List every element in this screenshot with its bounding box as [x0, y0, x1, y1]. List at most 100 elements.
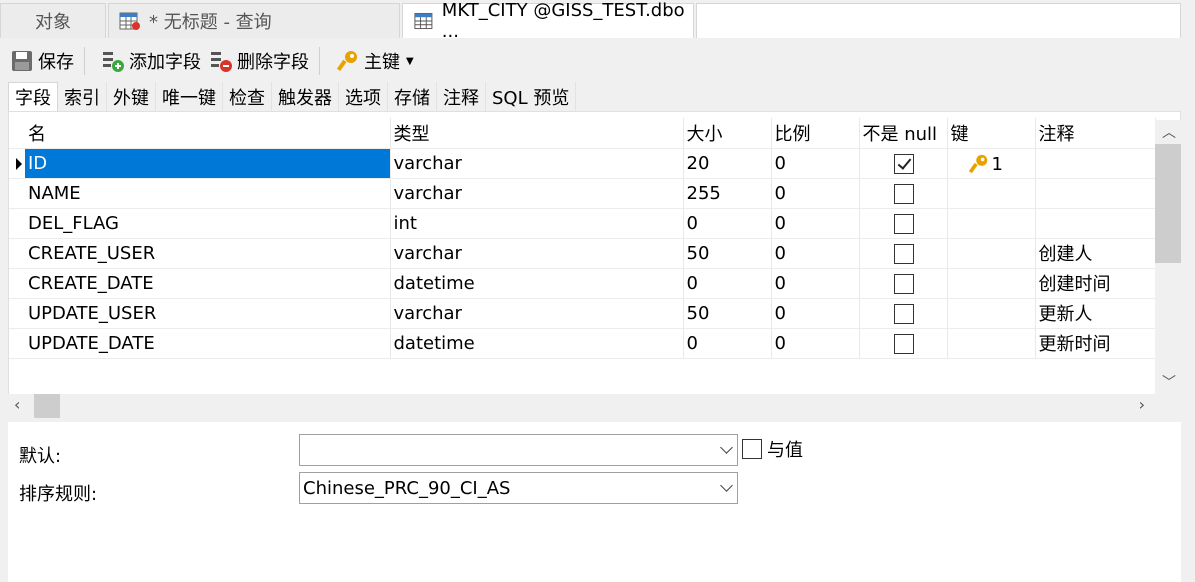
tab-checks[interactable]: 检查 [223, 82, 272, 111]
tab-unique-keys[interactable]: 唯一键 [156, 82, 223, 111]
save-button[interactable]: 保存 [6, 45, 78, 77]
tab-comment[interactable]: 注释 [437, 82, 486, 111]
tab-foreign-keys[interactable]: 外键 [107, 82, 156, 111]
field-name-cell[interactable]: UPDATE_DATE [25, 328, 391, 359]
field-comment-cell[interactable] [1035, 178, 1156, 209]
table-row[interactable]: NAME varchar 255 0 [9, 178, 1156, 209]
delete-field-button[interactable]: 删除字段 [205, 45, 313, 77]
field-name-cell[interactable]: CREATE_USER [25, 238, 391, 269]
primary-key-button[interactable]: 主键 ▼ [332, 45, 418, 77]
field-comment-cell[interactable]: 创建时间 [1035, 268, 1156, 299]
field-key-cell[interactable] [947, 298, 1036, 329]
field-not-null-cell[interactable] [859, 208, 948, 239]
add-field-button[interactable]: 添加字段 [97, 45, 205, 77]
column-header-scale[interactable]: 比例 [771, 118, 860, 149]
field-type-cell[interactable]: int [390, 208, 684, 239]
column-header-key[interactable]: 键 [947, 118, 1036, 149]
horizontal-scrollbar[interactable]: ‹ › [8, 394, 1181, 418]
field-comment-cell[interactable]: 更新时间 [1035, 328, 1156, 359]
table-row[interactable]: DEL_FLAG int 0 0 [9, 208, 1156, 239]
field-scale-cell[interactable]: 0 [771, 148, 860, 179]
tab-options[interactable]: 选项 [339, 82, 388, 111]
field-not-null-cell[interactable] [859, 328, 948, 359]
not-null-checkbox[interactable] [893, 243, 914, 264]
field-size-cell[interactable]: 50 [683, 298, 772, 329]
table-row[interactable]: UPDATE_DATE datetime 0 0 更新时间 [9, 328, 1156, 359]
tab-objects[interactable]: 对象 [0, 3, 106, 38]
field-size-cell[interactable]: 20 [683, 148, 772, 179]
tab-triggers[interactable]: 触发器 [272, 82, 339, 111]
not-null-checkbox[interactable] [893, 303, 914, 324]
field-type-cell[interactable]: datetime [390, 328, 684, 359]
collation-select[interactable]: Chinese_PRC_90_CI_AS [299, 472, 738, 504]
tab-sql-preview[interactable]: SQL 预览 [486, 82, 577, 111]
tab-indexes[interactable]: 索引 [58, 82, 107, 111]
scroll-left-icon[interactable]: ‹ [14, 395, 20, 414]
field-comment-cell[interactable] [1035, 208, 1156, 239]
tab-storage[interactable]: 存储 [388, 82, 437, 111]
horizontal-scroll-thumb[interactable] [34, 394, 60, 418]
field-comment-cell[interactable]: 更新人 [1035, 298, 1156, 329]
table-row[interactable]: UPDATE_USER varchar 50 0 更新人 [9, 298, 1156, 329]
tab-table-design[interactable]: MKT_CITY @GISS_TEST.dbo ... [402, 0, 694, 42]
field-scale-cell[interactable]: 0 [771, 208, 860, 239]
default-value-combo[interactable] [299, 434, 738, 466]
field-size-cell[interactable]: 0 [683, 208, 772, 239]
field-not-null-cell[interactable] [859, 268, 948, 299]
not-null-checkbox[interactable] [893, 273, 914, 294]
field-size-cell[interactable]: 0 [683, 268, 772, 299]
field-name-cell[interactable]: UPDATE_USER [25, 298, 391, 329]
table-row[interactable]: CREATE_USER varchar 50 0 创建人 [9, 238, 1156, 269]
field-scale-cell[interactable]: 0 [771, 298, 860, 329]
column-header-name[interactable]: 名 [25, 118, 391, 149]
chevron-down-icon[interactable] [720, 479, 733, 492]
not-null-checkbox[interactable] [893, 183, 914, 204]
column-header-comment[interactable]: 注释 [1035, 118, 1156, 149]
tab-untitled-query[interactable]: * 无标题 - 查询 [108, 3, 400, 38]
field-key-cell[interactable] [947, 208, 1036, 239]
scroll-down-icon[interactable]: ﹀ [1162, 372, 1176, 392]
field-type-cell[interactable]: datetime [390, 268, 684, 299]
field-key-cell[interactable] [947, 238, 1036, 269]
field-scale-cell[interactable]: 0 [771, 238, 860, 269]
with-value-checkbox[interactable] [742, 439, 762, 459]
vertical-scrollbar[interactable]: ︿ ﹀ [1155, 120, 1181, 394]
field-comment-cell[interactable] [1035, 148, 1156, 179]
tab-fields[interactable]: 字段 [8, 82, 58, 111]
field-not-null-cell[interactable] [859, 238, 948, 269]
field-not-null-cell[interactable] [859, 178, 948, 209]
scroll-right-icon[interactable]: › [1139, 395, 1145, 414]
chevron-down-icon[interactable] [720, 441, 733, 454]
field-key-cell[interactable] [947, 268, 1036, 299]
field-key-cell[interactable] [947, 328, 1036, 359]
column-header-not-null[interactable]: 不是 null [859, 118, 948, 149]
field-comment-cell[interactable]: 创建人 [1035, 238, 1156, 269]
not-null-checkbox[interactable] [893, 333, 914, 354]
vertical-scroll-thumb[interactable] [1155, 144, 1181, 263]
field-scale-cell[interactable]: 0 [771, 328, 860, 359]
field-size-cell[interactable]: 0 [683, 328, 772, 359]
field-type-cell[interactable]: varchar [390, 148, 684, 179]
field-type-cell[interactable]: varchar [390, 178, 684, 209]
column-header-size[interactable]: 大小 [683, 118, 772, 149]
field-scale-cell[interactable]: 0 [771, 268, 860, 299]
not-null-checkbox[interactable] [893, 153, 914, 174]
field-scale-cell[interactable]: 0 [771, 178, 860, 209]
field-not-null-cell[interactable] [859, 148, 948, 179]
field-name-cell[interactable]: ID [25, 148, 391, 179]
dropdown-caret-icon[interactable]: ▼ [406, 56, 414, 67]
field-type-cell[interactable]: varchar [390, 238, 684, 269]
field-key-cell[interactable] [947, 178, 1036, 209]
scroll-up-icon[interactable]: ︿ [1162, 122, 1176, 142]
not-null-checkbox[interactable] [893, 213, 914, 234]
field-key-cell[interactable]: 1 [947, 148, 1036, 179]
with-value-option[interactable]: 与值 [742, 436, 803, 462]
field-name-cell[interactable]: NAME [25, 178, 391, 209]
table-row[interactable]: ID varchar 20 0 1 [9, 148, 1156, 179]
field-size-cell[interactable]: 255 [683, 178, 772, 209]
field-name-cell[interactable]: DEL_FLAG [25, 208, 391, 239]
field-type-cell[interactable]: varchar [390, 298, 684, 329]
field-name-cell[interactable]: CREATE_DATE [25, 268, 391, 299]
field-not-null-cell[interactable] [859, 298, 948, 329]
column-header-type[interactable]: 类型 [390, 118, 684, 149]
